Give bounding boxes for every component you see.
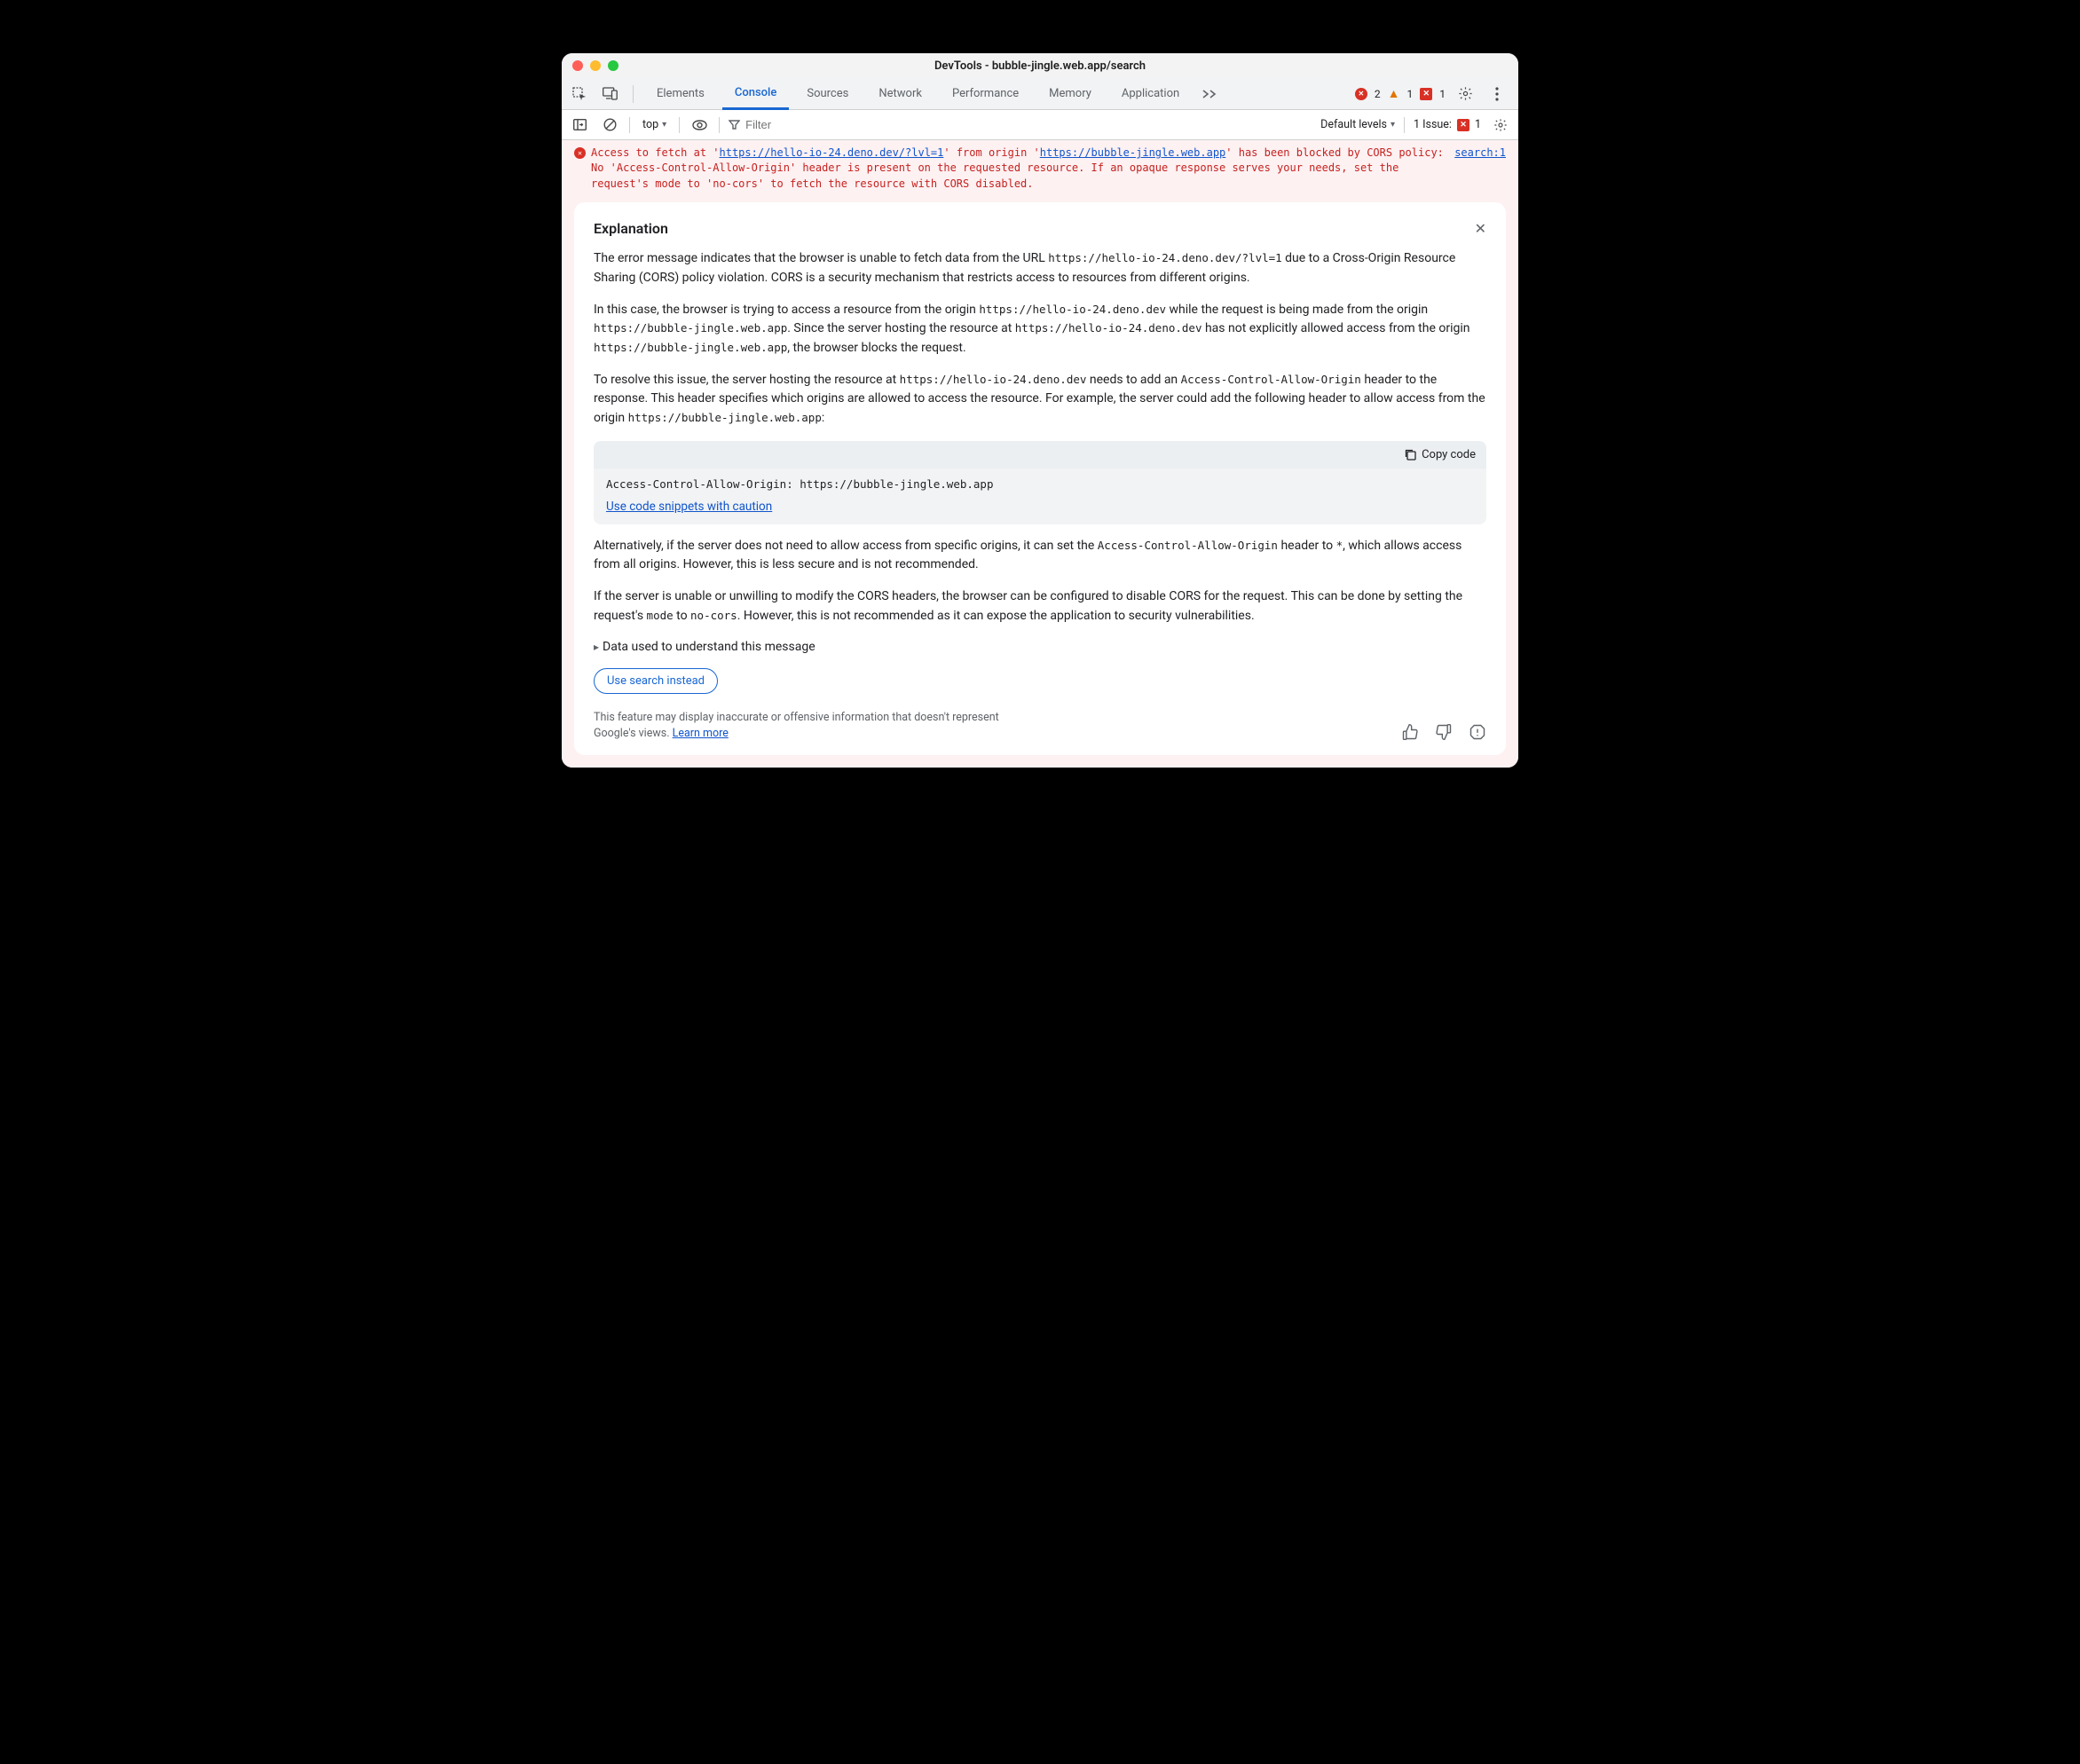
code-content: Access-Control-Allow-Origin: https://bub… <box>606 477 1474 491</box>
error-count: 2 <box>1375 88 1381 100</box>
more-tabs-icon[interactable] <box>1197 90 1222 98</box>
report-icon[interactable] <box>1469 723 1486 741</box>
error-url-1[interactable]: https://hello-io-24.deno.dev/?lvl=1 <box>720 146 944 159</box>
copy-code-button[interactable]: Copy code <box>1404 448 1476 461</box>
tab-console[interactable]: Console <box>722 78 789 110</box>
context-label: top <box>642 118 658 131</box>
error-url-2[interactable]: https://bubble-jingle.web.app <box>1040 146 1226 159</box>
details-disclosure[interactable]: Data used to understand this message <box>594 640 1486 654</box>
issues-count: 1 <box>1475 118 1481 131</box>
inspect-icon[interactable] <box>567 82 592 106</box>
filter-icon <box>729 120 740 130</box>
console-body: Access to fetch at 'https://hello-io-24.… <box>562 140 1518 768</box>
titlebar: DevTools - bubble-jingle.web.app/search <box>562 53 1518 78</box>
filter-input[interactable] <box>745 118 902 131</box>
context-selector[interactable]: top <box>639 118 670 131</box>
close-window-button[interactable] <box>572 60 583 71</box>
toggle-sidebar-icon[interactable] <box>569 114 590 136</box>
issue-badge-icon[interactable]: ✕ <box>1420 88 1432 100</box>
error-icon <box>574 147 586 159</box>
close-icon[interactable]: ✕ <box>1475 220 1486 237</box>
main-tabstrip: Elements Console Sources Network Perform… <box>562 78 1518 110</box>
thumbs-down-icon[interactable] <box>1435 723 1453 741</box>
caution-link[interactable]: Use code snippets with caution <box>606 500 772 514</box>
disclaimer-text: This feature may display inaccurate or o… <box>594 710 1020 741</box>
code-block: Copy code Access-Control-Allow-Origin: h… <box>594 441 1486 524</box>
clear-console-icon[interactable] <box>599 114 620 136</box>
copy-icon <box>1404 448 1416 461</box>
live-expression-icon[interactable] <box>689 114 710 136</box>
traffic-lights <box>572 60 618 71</box>
issue-badge-count: 1 <box>1439 88 1446 100</box>
console-settings-gear-icon[interactable] <box>1490 114 1511 136</box>
explanation-title: Explanation <box>594 220 668 237</box>
log-levels-selector[interactable]: Default levels <box>1320 118 1395 131</box>
issues-label: 1 Issue: <box>1414 118 1452 131</box>
learn-more-link[interactable]: Learn more <box>673 727 729 740</box>
tab-performance[interactable]: Performance <box>940 78 1031 110</box>
details-label: Data used to understand this message <box>603 640 815 654</box>
console-error-row[interactable]: Access to fetch at 'https://hello-io-24.… <box>574 146 1506 192</box>
explanation-paragraph: If the server is unable or unwilling to … <box>594 587 1486 626</box>
issues-badge-icon: ✕ <box>1457 119 1469 131</box>
tab-elements[interactable]: Elements <box>644 78 717 110</box>
warning-badge-icon[interactable]: ▲ <box>1388 88 1400 100</box>
issues-indicator[interactable]: 1 Issue: ✕ 1 <box>1414 118 1481 131</box>
explanation-paragraph: To resolve this issue, the server hostin… <box>594 371 1486 429</box>
explanation-paragraph: Alternatively, if the server does not ne… <box>594 537 1486 575</box>
thumbs-up-icon[interactable] <box>1401 723 1419 741</box>
log-levels-label: Default levels <box>1320 118 1387 131</box>
error-badge-icon[interactable] <box>1355 88 1367 100</box>
copy-code-label: Copy code <box>1422 448 1476 461</box>
minimize-window-button[interactable] <box>590 60 601 71</box>
use-search-instead-button[interactable]: Use search instead <box>594 668 718 694</box>
tab-memory[interactable]: Memory <box>1036 78 1104 110</box>
window-title: DevTools - bubble-jingle.web.app/search <box>562 59 1518 73</box>
tab-application[interactable]: Application <box>1109 78 1192 110</box>
error-source-link[interactable]: search:1 <box>1454 146 1506 161</box>
filter-field[interactable] <box>729 118 1312 131</box>
console-toolbar: top Default levels 1 Issue: ✕ 1 <box>562 110 1518 140</box>
error-text: Access to fetch at 'https://hello-io-24.… <box>591 146 1449 192</box>
maximize-window-button[interactable] <box>608 60 618 71</box>
warning-count: 1 <box>1407 88 1414 100</box>
tab-network[interactable]: Network <box>866 78 934 110</box>
devtools-window: DevTools - bubble-jingle.web.app/search … <box>562 53 1518 768</box>
explanation-paragraph: The error message indicates that the bro… <box>594 249 1486 287</box>
kebab-menu-icon[interactable] <box>1485 82 1509 106</box>
tab-sources[interactable]: Sources <box>794 78 861 110</box>
explanation-card: Explanation ✕ The error message indicate… <box>574 202 1506 755</box>
explanation-paragraph: In this case, the browser is trying to a… <box>594 301 1486 358</box>
device-toggle-icon[interactable] <box>597 82 622 106</box>
settings-gear-icon[interactable] <box>1453 82 1477 106</box>
